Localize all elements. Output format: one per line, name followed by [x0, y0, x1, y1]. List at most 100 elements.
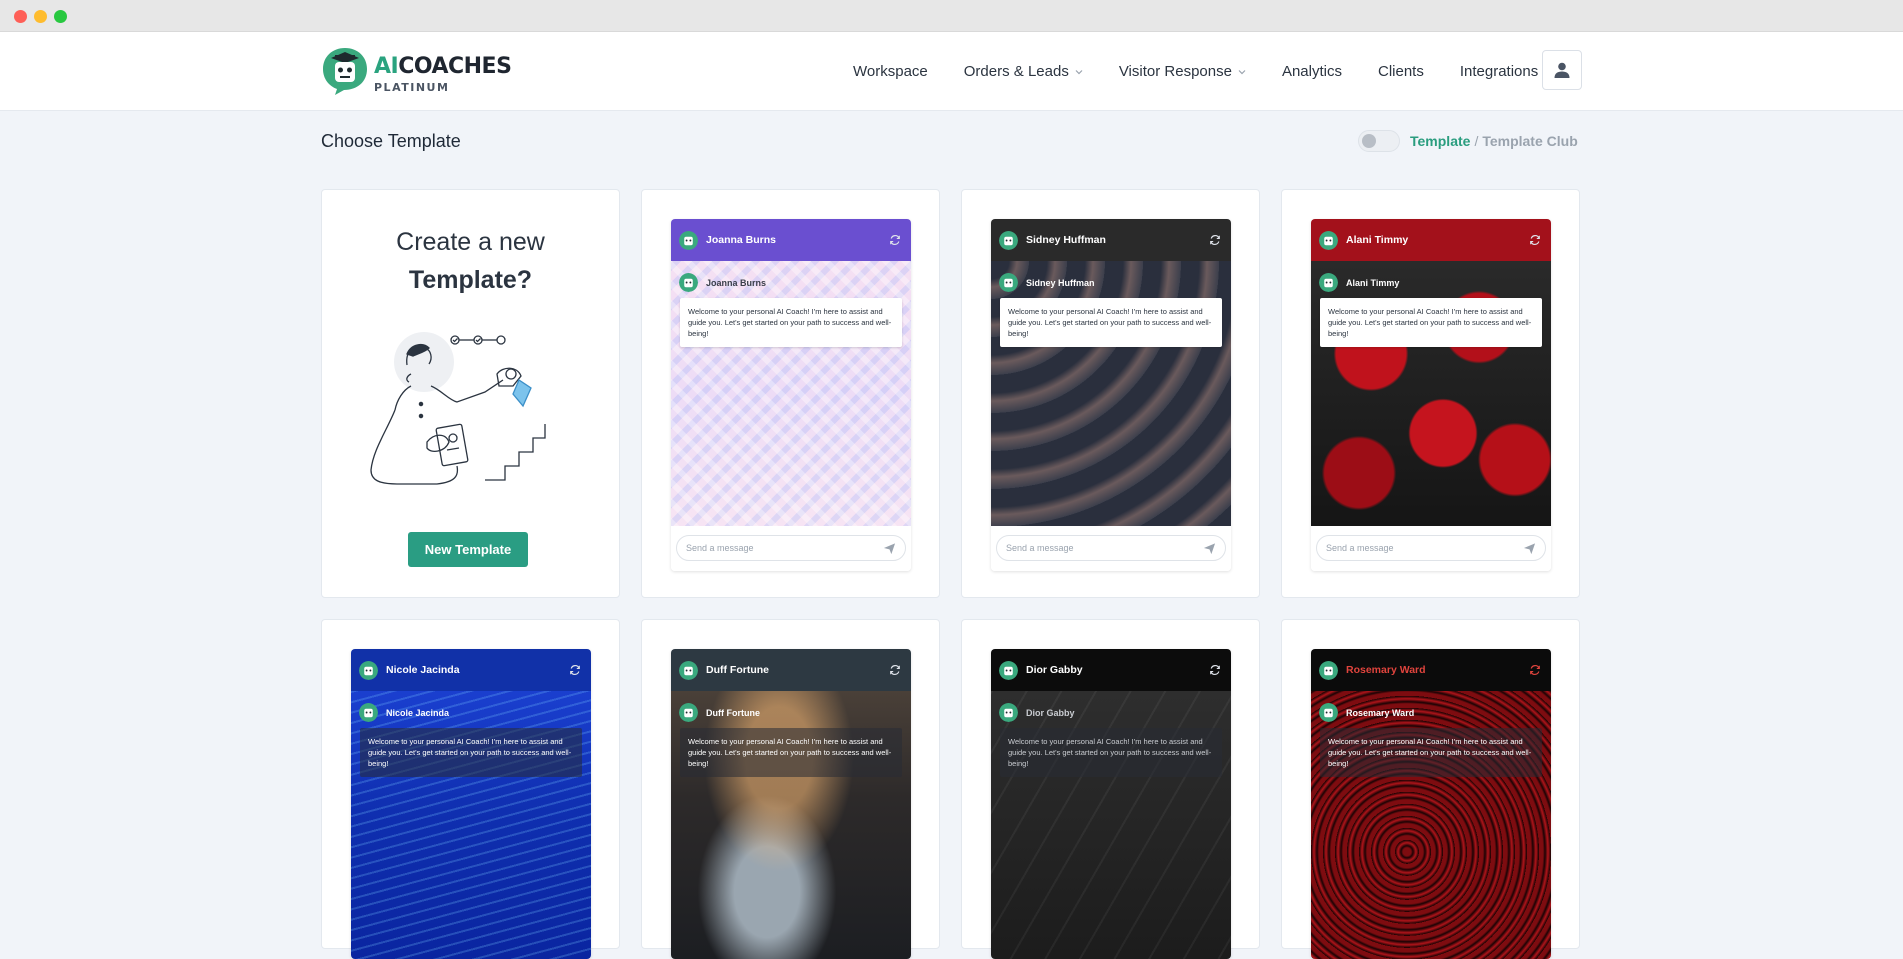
coach-avatar-icon	[679, 230, 698, 250]
chat-preview: Sidney Huffman Sidney Huffman Welcome to…	[991, 219, 1231, 571]
message-author-name: Dior Gabby	[1026, 707, 1075, 718]
window-titlebar	[0, 0, 1903, 32]
crumb-template[interactable]: Template	[1410, 133, 1470, 149]
message-bubble: Welcome to your personal AI Coach! I'm h…	[1000, 298, 1222, 347]
message-author-name: Nicole Jacinda	[386, 707, 450, 718]
nav-analytics[interactable]: Analytics	[1282, 63, 1342, 80]
template-card[interactable]: Sidney Huffman Sidney Huffman Welcome to…	[961, 189, 1260, 598]
chat-header-name: Rosemary Ward	[1346, 664, 1426, 676]
chevron-down-icon	[1075, 69, 1083, 74]
chat-preview: Rosemary Ward Rosemary Ward Welcome to y…	[1311, 649, 1551, 959]
coach-avatar-icon	[359, 703, 378, 722]
refresh-icon[interactable]	[1209, 664, 1221, 676]
coach-avatar-icon	[1319, 230, 1338, 250]
breadcrumb: Template / Template Club	[1410, 133, 1578, 149]
message-bubble: Welcome to your personal AI Coach! I'm h…	[1000, 728, 1222, 777]
message-author-name: Sidney Huffman	[1026, 277, 1095, 288]
coach-avatar-icon	[1319, 703, 1338, 722]
message-author-name: Alani Timmy	[1346, 277, 1400, 288]
refresh-icon[interactable]	[889, 234, 901, 246]
brand-logo[interactable]: AICOACHES PLATINUM	[321, 46, 512, 96]
send-icon[interactable]	[1203, 542, 1216, 555]
nav-workspace[interactable]: Workspace	[853, 63, 928, 80]
refresh-icon[interactable]	[1529, 664, 1541, 676]
chat-header: Duff Fortune	[671, 649, 911, 691]
chat-header: Dior Gabby	[991, 649, 1231, 691]
message-input[interactable]: Send a message	[1316, 535, 1546, 561]
template-card[interactable]: Joanna Burns Joanna Burns Welcome to you…	[641, 189, 940, 598]
coach-avatar-icon	[1319, 273, 1338, 292]
send-icon[interactable]	[883, 542, 896, 555]
minimize-window-button[interactable]	[34, 10, 47, 23]
chevron-down-icon	[1238, 69, 1246, 74]
chat-preview: Nicole Jacinda Nicole Jacinda Welcome to…	[351, 649, 591, 959]
chat-header: Nicole Jacinda	[351, 649, 591, 691]
nav-clients[interactable]: Clients	[1378, 63, 1424, 80]
message-bubble: Welcome to your personal AI Coach! I'm h…	[1320, 298, 1542, 347]
message-author: Sidney Huffman	[999, 273, 1095, 292]
chat-body: Alani Timmy Welcome to your personal AI …	[1311, 261, 1551, 526]
refresh-icon[interactable]	[1529, 234, 1541, 246]
page-title: Choose Template	[321, 131, 461, 151]
crumb-template-club[interactable]: Template Club	[1482, 133, 1577, 149]
chat-preview: Joanna Burns Joanna Burns Welcome to you…	[671, 219, 911, 571]
send-icon[interactable]	[1523, 542, 1536, 555]
chat-preview: Dior Gabby Dior Gabby Welcome to your pe…	[991, 649, 1231, 959]
user-icon	[1554, 62, 1570, 78]
brand-tier: PLATINUM	[374, 81, 450, 94]
chat-header-name: Dior Gabby	[1026, 664, 1083, 676]
chat-body: Sidney Huffman Welcome to your personal …	[991, 261, 1231, 526]
new-template-button[interactable]: New Template	[408, 532, 528, 567]
template-card[interactable]: Nicole Jacinda Nicole Jacinda Welcome to…	[321, 619, 620, 959]
maximize-window-button[interactable]	[54, 10, 67, 23]
coach-avatar-icon	[1319, 660, 1338, 680]
create-template-heading: Create a new Template?	[322, 223, 619, 299]
chat-preview: Alani Timmy Alani Timmy Welcome to your …	[1311, 219, 1551, 571]
refresh-icon[interactable]	[889, 664, 901, 676]
template-card[interactable]: Dior Gabby Dior Gabby Welcome to your pe…	[961, 619, 1260, 959]
message-input-placeholder: Send a message	[1006, 543, 1074, 553]
nav-orders-leads[interactable]: Orders & Leads	[964, 63, 1083, 80]
coach-avatar-icon	[999, 273, 1018, 292]
chat-header-name: Joanna Burns	[706, 234, 777, 246]
nav-integrations[interactable]: Integrations	[1460, 63, 1538, 80]
chat-footer: Send a message	[991, 526, 1231, 571]
message-input-placeholder: Send a message	[1326, 543, 1394, 553]
top-header: AICOACHES PLATINUM Workspace Orders & Le…	[0, 32, 1903, 111]
chat-header: Sidney Huffman	[991, 219, 1231, 261]
template-card[interactable]: Rosemary Ward Rosemary Ward Welcome to y…	[1281, 619, 1580, 959]
coach-avatar-icon	[679, 660, 698, 680]
message-author: Dior Gabby	[999, 703, 1075, 722]
coach-avatar-icon	[359, 660, 378, 680]
close-window-button[interactable]	[14, 10, 27, 23]
template-card[interactable]: Duff Fortune Duff Fortune Welcome to you…	[641, 619, 940, 959]
coach-avatar-icon	[679, 273, 698, 292]
message-author-name: Joanna Burns	[706, 277, 767, 288]
message-author: Joanna Burns	[679, 273, 766, 292]
message-bubble: Welcome to your personal AI Coach! I'm h…	[1320, 728, 1542, 777]
message-author: Rosemary Ward	[1319, 703, 1414, 722]
template-source-switch: Template / Template Club	[1358, 130, 1578, 152]
chat-header: Alani Timmy	[1311, 219, 1551, 261]
chat-body: Nicole Jacinda Welcome to your personal …	[351, 691, 591, 959]
nav-visitor-response[interactable]: Visitor Response	[1119, 63, 1246, 80]
message-input[interactable]: Send a message	[676, 535, 906, 561]
coach-avatar-icon	[999, 660, 1018, 680]
coach-avatar-icon	[999, 230, 1018, 250]
toggle-knob	[1362, 134, 1376, 148]
create-template-card: Create a new Template? New Template	[321, 189, 620, 598]
refresh-icon[interactable]	[1209, 234, 1221, 246]
message-input[interactable]: Send a message	[996, 535, 1226, 561]
template-card[interactable]: Alani Timmy Alani Timmy Welcome to your …	[1281, 189, 1580, 598]
user-menu-button[interactable]	[1542, 50, 1582, 90]
message-author-name: Duff Fortune	[706, 707, 760, 718]
message-author: Alani Timmy	[1319, 273, 1399, 292]
message-input-placeholder: Send a message	[686, 543, 754, 553]
refresh-icon[interactable]	[569, 664, 581, 676]
chat-header-name: Nicole Jacinda	[386, 664, 460, 676]
main-nav: Workspace Orders & Leads Visitor Respons…	[853, 32, 1574, 111]
message-author: Nicole Jacinda	[359, 703, 449, 722]
template-club-toggle[interactable]	[1358, 130, 1400, 152]
message-author: Duff Fortune	[679, 703, 760, 722]
crumb-separator: /	[1474, 133, 1479, 149]
